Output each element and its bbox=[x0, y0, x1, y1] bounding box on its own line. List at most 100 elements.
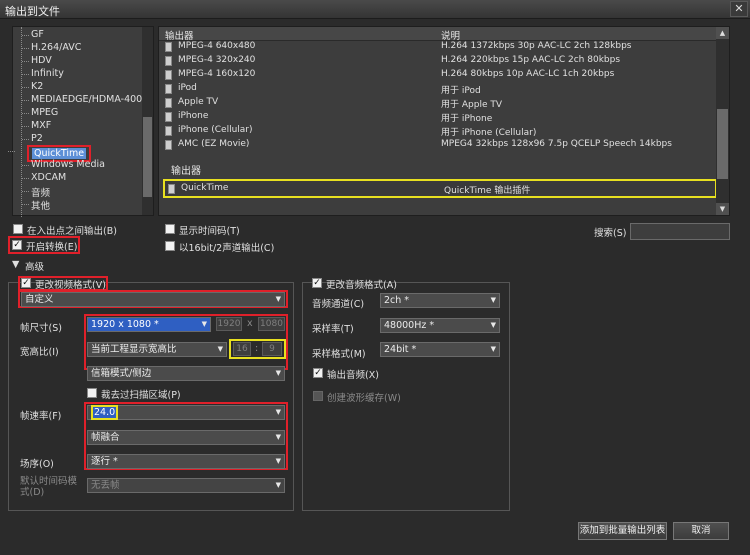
frame-size-select[interactable]: 1920 x 1080 * ▼ bbox=[87, 317, 211, 332]
file-icon bbox=[165, 112, 172, 122]
frame-x-label: x bbox=[247, 318, 253, 329]
file-icon bbox=[165, 56, 172, 66]
exporter-list[interactable]: 输出器 说明 MPEG-4 640x480 H.264 1372kbps 30p … bbox=[158, 26, 730, 216]
letterbox-select[interactable]: 信箱模式/侧边 ▼ bbox=[87, 366, 285, 381]
column-exporter[interactable]: 输出器 bbox=[165, 28, 194, 42]
in-out-label: 在入出点之间输出(B) bbox=[27, 226, 117, 237]
file-icon bbox=[165, 140, 172, 150]
sample-rate-label: 采样率(T) bbox=[312, 324, 354, 335]
sample-rate-select[interactable]: 48000Hz * ▼ bbox=[380, 318, 500, 333]
search-label: 搜索(S) bbox=[594, 228, 627, 239]
tree-item-quicktime[interactable]: QuickTime bbox=[32, 148, 87, 159]
list-scroll-thumb[interactable] bbox=[717, 109, 728, 179]
advanced-label: 高级 bbox=[25, 262, 45, 273]
change-video-checkbox[interactable]: ✓ bbox=[21, 278, 31, 288]
tree-item-mpeg[interactable]: MPEG bbox=[21, 107, 58, 118]
audio-16bit-checkbox[interactable] bbox=[165, 241, 175, 251]
scroll-up-icon[interactable]: ▲ bbox=[716, 27, 729, 39]
chevron-down-icon: ▼ bbox=[490, 296, 496, 304]
create-waveform-label: 创建波形缓存(W) bbox=[327, 393, 401, 404]
frame-height-field[interactable]: 1080 bbox=[258, 317, 285, 331]
frame-blend-select[interactable]: 帧融合 ▼ bbox=[87, 430, 285, 445]
audio-16bit-label: 以16bit/2声道输出(C) bbox=[179, 243, 275, 254]
change-video-label: 更改视频格式(V) bbox=[35, 280, 106, 291]
aspect-w-field[interactable]: 16 bbox=[233, 342, 251, 356]
crop-overscan-label: 裁去过扫描区域(P) bbox=[101, 390, 181, 401]
group-label: 输出器 bbox=[171, 166, 201, 177]
chevron-down-icon: ▼ bbox=[275, 369, 281, 377]
list-scrollbar[interactable]: ▲ ▼ bbox=[716, 27, 729, 215]
frame-rate-label: 帧速率(F) bbox=[20, 411, 62, 422]
preset-select[interactable]: 自定义 ▼ bbox=[21, 292, 285, 307]
frame-rate-select[interactable]: 24.0 ▼ bbox=[87, 405, 285, 420]
title-bar: 输出到文件 ✕ bbox=[0, 0, 750, 19]
tree-item-infinity[interactable]: Infinity bbox=[22, 68, 64, 79]
file-icon bbox=[168, 184, 175, 194]
channels-label: 音频通道(C) bbox=[312, 299, 365, 310]
list-header: 输出器 说明 bbox=[159, 27, 717, 42]
crop-overscan-checkbox[interactable] bbox=[87, 388, 97, 398]
file-icon bbox=[165, 126, 172, 136]
file-icon bbox=[165, 42, 172, 52]
chevron-down-icon: ▼ bbox=[275, 433, 281, 441]
channels-select[interactable]: 2ch * ▼ bbox=[380, 293, 500, 308]
chevron-down-icon: ▼ bbox=[490, 345, 496, 353]
cancel-button[interactable]: 取消 bbox=[673, 522, 729, 540]
aspect-colon: : bbox=[255, 343, 259, 354]
in-out-checkbox[interactable] bbox=[13, 224, 23, 234]
file-icon bbox=[165, 84, 172, 94]
chevron-down-icon: ▼ bbox=[275, 481, 281, 489]
frame-size-label: 帧尺寸(S) bbox=[20, 323, 62, 334]
change-audio-checkbox[interactable]: ✓ bbox=[312, 278, 322, 288]
frame-width-field[interactable]: 1920 bbox=[216, 317, 242, 331]
output-audio-checkbox[interactable]: ✓ bbox=[313, 368, 323, 378]
file-icon bbox=[165, 70, 172, 80]
tree-scroll-thumb[interactable] bbox=[143, 117, 152, 197]
file-icon bbox=[165, 98, 172, 108]
tree-item-p2[interactable]: P2 bbox=[22, 133, 43, 144]
collapse-icon[interactable]: ▼ bbox=[12, 259, 19, 270]
aspect-h-field[interactable]: 9 bbox=[262, 342, 282, 356]
category-tree[interactable]: GF H.264/AVC HDV Infinity K2 MEDIAEDGE/H… bbox=[7, 26, 154, 217]
search-input[interactable] bbox=[630, 223, 730, 240]
enable-convert-label: 开启转换(E) bbox=[26, 242, 78, 253]
default-timecode-label: 默认时间码模式(D) bbox=[20, 476, 78, 498]
default-timecode-select[interactable]: 无丢帧 ▼ bbox=[87, 478, 285, 493]
show-timecode-label: 显示时间码(T) bbox=[179, 226, 240, 237]
column-description[interactable]: 说明 bbox=[441, 28, 460, 42]
tree-item-audio[interactable]: 音频 bbox=[21, 185, 50, 199]
tree-item-mediaedge[interactable]: MEDIAEDGE/HDMA-4000 bbox=[21, 94, 148, 105]
sample-format-select[interactable]: 24bit * ▼ bbox=[380, 342, 500, 357]
tree-item-windows-media[interactable]: Windows Media bbox=[22, 159, 105, 170]
tree-item-xdcam[interactable]: XDCAM bbox=[21, 172, 66, 183]
add-to-batch-button[interactable]: 添加到批量输出列表 bbox=[578, 522, 667, 540]
sample-format-label: 采样格式(M) bbox=[312, 349, 366, 360]
tree-item-h264[interactable]: H.264/AVC bbox=[21, 42, 81, 53]
chevron-down-icon: ▼ bbox=[217, 345, 223, 353]
chevron-down-icon: ▼ bbox=[201, 320, 207, 328]
window-title: 输出到文件 bbox=[5, 5, 60, 18]
chevron-down-icon: ▼ bbox=[275, 457, 281, 465]
close-button[interactable]: ✕ bbox=[730, 1, 748, 17]
tree-item-k2[interactable]: K2 bbox=[21, 81, 43, 92]
tree-item-hdv[interactable]: HDV bbox=[22, 55, 52, 66]
list-item-quicktime[interactable]: QuickTime QuickTime 输出插件 bbox=[163, 179, 717, 198]
tree-item-other[interactable]: 其他 bbox=[21, 198, 50, 212]
show-timecode-checkbox[interactable] bbox=[165, 224, 175, 234]
aspect-label: 宽高比(I) bbox=[20, 347, 59, 358]
chevron-down-icon: ▼ bbox=[275, 295, 281, 303]
field-order-select[interactable]: 逐行 * ▼ bbox=[87, 454, 285, 469]
output-audio-label: 输出音频(X) bbox=[327, 370, 379, 381]
tree-item-mxf[interactable]: MXF bbox=[21, 120, 51, 131]
tree-connector bbox=[21, 27, 22, 217]
change-audio-label: 更改音频格式(A) bbox=[326, 280, 397, 291]
aspect-select[interactable]: 当前工程显示宽高比 ▼ bbox=[87, 342, 227, 357]
chevron-down-icon: ▼ bbox=[275, 408, 281, 416]
chevron-down-icon: ▼ bbox=[490, 321, 496, 329]
field-order-label: 场序(O) bbox=[20, 459, 54, 470]
tree-item-gf[interactable]: GF bbox=[22, 29, 44, 40]
tree-scrollbar[interactable] bbox=[142, 27, 153, 215]
enable-convert-checkbox[interactable]: ✓ bbox=[12, 240, 22, 250]
create-waveform-checkbox[interactable] bbox=[313, 391, 323, 401]
scroll-down-icon[interactable]: ▼ bbox=[716, 203, 729, 215]
